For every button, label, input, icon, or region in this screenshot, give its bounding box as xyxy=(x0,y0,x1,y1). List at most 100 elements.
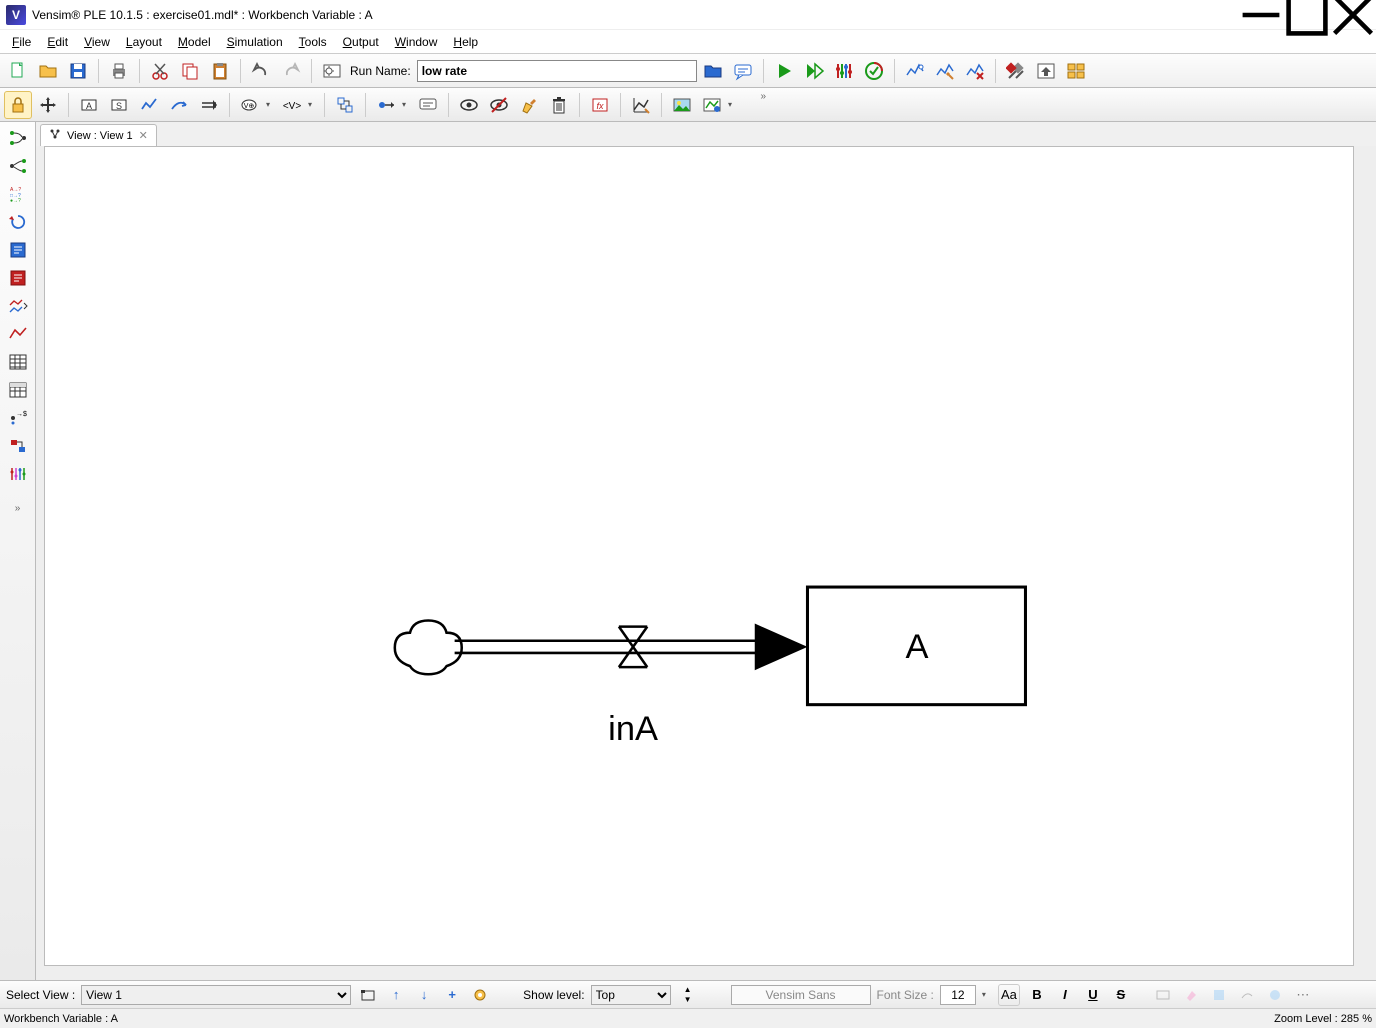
dropdown-icon[interactable]: ▾ xyxy=(266,100,276,109)
case-button[interactable]: Aa xyxy=(998,984,1020,1006)
comment-button[interactable] xyxy=(729,57,757,85)
fill-color-button[interactable] xyxy=(1180,984,1202,1006)
menu-edit[interactable]: Edit xyxy=(39,33,76,51)
document-all-button[interactable] xyxy=(4,266,32,290)
table-button[interactable] xyxy=(4,350,32,374)
save-file-button[interactable] xyxy=(64,57,92,85)
delete-button[interactable] xyxy=(545,91,573,119)
input-output-button[interactable] xyxy=(372,91,400,119)
behavior-button[interactable] xyxy=(698,91,726,119)
text-color-button[interactable] xyxy=(1264,984,1286,1006)
document-button[interactable] xyxy=(4,238,32,262)
close-button[interactable] xyxy=(1330,0,1376,30)
box-variable-tool-button[interactable]: S xyxy=(105,91,133,119)
output-window-button[interactable] xyxy=(1032,57,1060,85)
view-settings-button[interactable] xyxy=(469,984,491,1006)
shadow-variable-button[interactable]: <V> xyxy=(278,91,306,119)
variable-tool-button[interactable]: A xyxy=(75,91,103,119)
box-style-button[interactable] xyxy=(1152,984,1174,1006)
stats-button[interactable] xyxy=(4,462,32,486)
model-variable-button[interactable]: V⊕ xyxy=(236,91,264,119)
causes-strip-button[interactable] xyxy=(4,294,32,318)
prev-view-button[interactable]: ↑ xyxy=(385,984,407,1006)
reality-check-button[interactable] xyxy=(860,57,888,85)
edit-graph-button[interactable] xyxy=(931,57,959,85)
level-up-button[interactable]: ▲ xyxy=(677,985,699,995)
level-down-button[interactable]: ▼ xyxy=(677,995,699,1005)
run-synthesim-button[interactable] xyxy=(800,57,828,85)
unhide-button[interactable] xyxy=(455,91,483,119)
next-view-button[interactable]: ↓ xyxy=(413,984,435,1006)
lock-tool-button[interactable] xyxy=(4,91,32,119)
flow-tool-button[interactable] xyxy=(195,91,223,119)
dropdown-icon[interactable]: ▾ xyxy=(402,100,412,109)
menu-layout[interactable]: Layout xyxy=(118,33,170,51)
diagram-canvas[interactable]: A inA xyxy=(44,146,1354,966)
table-time-button[interactable] xyxy=(4,378,32,402)
menu-window[interactable]: Window xyxy=(387,33,446,51)
paste-button[interactable] xyxy=(206,57,234,85)
uses-tree-button[interactable] xyxy=(4,154,32,178)
select-view-dropdown[interactable]: View 1 xyxy=(81,985,351,1005)
print-button[interactable] xyxy=(105,57,133,85)
causes-tree-button[interactable] xyxy=(4,126,32,150)
open-run-button[interactable] xyxy=(699,57,727,85)
bold-button[interactable]: B xyxy=(1026,984,1048,1006)
menu-file[interactable]: File xyxy=(4,33,39,51)
control-panel-button[interactable] xyxy=(1062,57,1090,85)
sim-setup-button[interactable] xyxy=(318,57,346,85)
view-tab[interactable]: View : View 1 ✕ xyxy=(40,124,157,146)
strike-button[interactable]: S xyxy=(1110,984,1132,1006)
loops-button[interactable]: A→?□→?●→? xyxy=(4,182,32,206)
cut-button[interactable] xyxy=(146,57,174,85)
reference-mode-button[interactable] xyxy=(627,91,655,119)
highlight-button[interactable] xyxy=(515,91,543,119)
build-graph-button[interactable] xyxy=(901,57,929,85)
hide-button[interactable] xyxy=(485,91,513,119)
graph-button[interactable] xyxy=(4,322,32,346)
font-size-input[interactable] xyxy=(940,985,976,1005)
merge-tool-button[interactable] xyxy=(331,91,359,119)
underline-button[interactable]: U xyxy=(1082,984,1104,1006)
italic-button[interactable]: I xyxy=(1054,984,1076,1006)
home-view-button[interactable] xyxy=(357,984,379,1006)
more-button[interactable]: ⋯ xyxy=(1292,984,1314,1006)
menu-tools[interactable]: Tools xyxy=(291,33,335,51)
arrow-style-button[interactable] xyxy=(1236,984,1258,1006)
copy-button[interactable] xyxy=(176,57,204,85)
image-button[interactable] xyxy=(668,91,696,119)
dropdown-icon[interactable]: ▾ xyxy=(728,100,738,109)
run-button[interactable] xyxy=(770,57,798,85)
vertical-scrollbar[interactable] xyxy=(1358,146,1372,966)
equation-button[interactable]: fx xyxy=(586,91,614,119)
runs-compare-button[interactable]: →$ xyxy=(4,406,32,430)
undo-button[interactable] xyxy=(247,57,275,85)
options-button[interactable] xyxy=(1002,57,1030,85)
show-level-dropdown[interactable]: Top xyxy=(591,985,671,1005)
menu-help[interactable]: Help xyxy=(445,33,486,51)
redo-button[interactable] xyxy=(277,57,305,85)
dropdown-icon[interactable]: ▾ xyxy=(308,100,318,109)
horizontal-scrollbar[interactable] xyxy=(40,966,1372,980)
line-color-button[interactable] xyxy=(1208,984,1230,1006)
open-file-button[interactable] xyxy=(34,57,62,85)
move-tool-button[interactable] xyxy=(34,91,62,119)
maximize-button[interactable] xyxy=(1284,0,1330,30)
font-name-input[interactable] xyxy=(731,985,871,1005)
close-icon[interactable]: ✕ xyxy=(139,129,148,142)
arrow-tool-button[interactable] xyxy=(165,91,193,119)
comment-tool-button[interactable] xyxy=(414,91,442,119)
menu-model[interactable]: Model xyxy=(170,33,219,51)
run-name-input[interactable] xyxy=(417,60,697,82)
new-file-button[interactable] xyxy=(4,57,32,85)
add-view-button[interactable]: + xyxy=(441,984,463,1006)
dropdown-icon[interactable]: ▾ xyxy=(982,990,992,999)
loop-button[interactable] xyxy=(4,210,32,234)
menu-simulation[interactable]: Simulation xyxy=(219,33,291,51)
rate-tool-button[interactable] xyxy=(135,91,163,119)
menu-output[interactable]: Output xyxy=(335,33,387,51)
expand-button[interactable]: » xyxy=(4,496,32,520)
delete-graph-button[interactable] xyxy=(961,57,989,85)
runs-compare2-button[interactable] xyxy=(4,434,32,458)
menu-view[interactable]: View xyxy=(76,33,118,51)
